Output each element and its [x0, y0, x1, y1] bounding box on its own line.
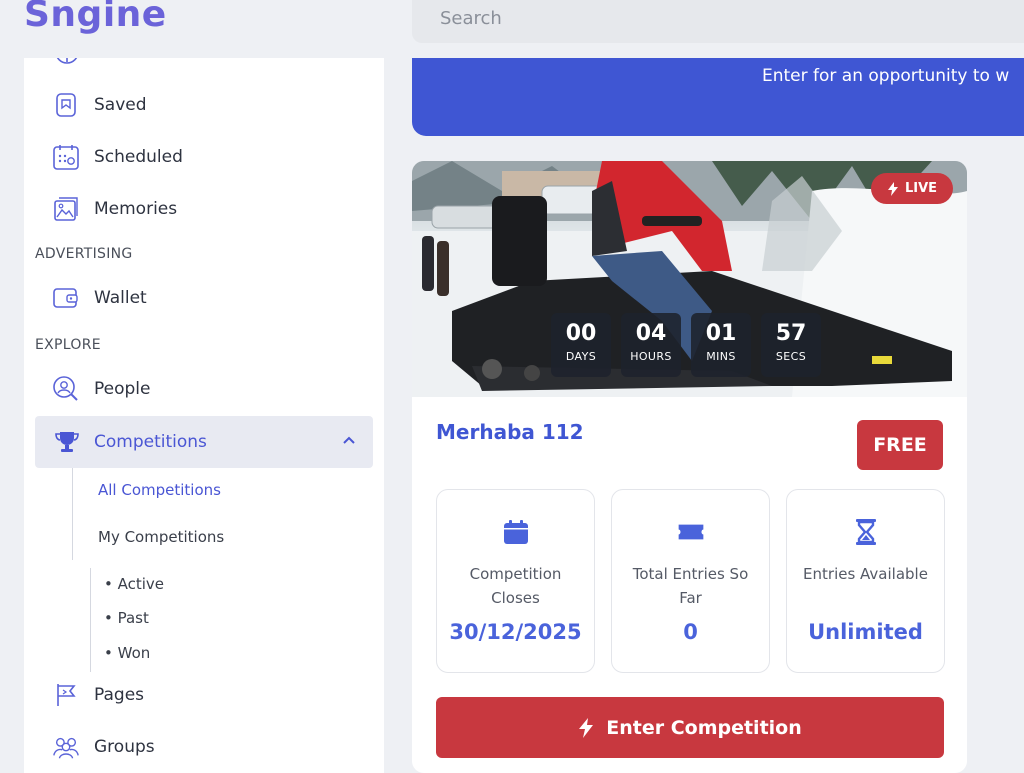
sidebar-item-groups[interactable]: Groups	[24, 727, 384, 767]
hourglass-icon	[852, 518, 880, 546]
countdown-unit: HOURS	[630, 350, 672, 363]
countdown-unit: DAYS	[565, 350, 597, 363]
competition-card[interactable]: LIVE 00 DAYS 04 HOURS 01 MINS 57 SECS Me…	[412, 161, 967, 773]
countdown-value: 04	[635, 321, 667, 346]
sidebar-item-label: Saved	[94, 95, 147, 115]
sidebar-item-pages[interactable]: Pages	[24, 675, 384, 715]
sidebar-item-people[interactable]: People	[24, 369, 384, 409]
price-badge: FREE	[857, 420, 943, 470]
wallet-icon	[52, 284, 80, 312]
sidebar-item-competitions[interactable]: Competitions	[35, 416, 373, 468]
submenu-won[interactable]: • Won	[104, 644, 150, 662]
lightning-icon	[579, 717, 594, 738]
top-bar: Sngine Search	[0, 0, 1024, 58]
section-title-explore: EXPLORE	[35, 337, 101, 353]
sidebar-item-label: Scheduled	[94, 147, 183, 167]
countdown-value: 00	[565, 321, 597, 346]
stat-total-entries: Total Entries So Far 0	[611, 489, 770, 673]
lightning-icon	[887, 181, 898, 196]
stat-label: Total Entries So Far	[632, 565, 749, 607]
sidebar: Saved Scheduled Memories ADVERTISING Wal…	[24, 58, 384, 773]
countdown-timer: 00 DAYS 04 HOURS 01 MINS 57 SECS	[551, 313, 821, 377]
sidebar-item-label: Groups	[94, 737, 155, 757]
enter-competition-label: Enter Competition	[606, 716, 802, 739]
section-title-advertising: ADVERTISING	[35, 246, 133, 262]
submenu-active[interactable]: • Active	[104, 575, 164, 593]
sidebar-item-wallet[interactable]: Wallet	[24, 278, 384, 318]
competition-title[interactable]: Merhaba 112	[436, 420, 584, 444]
stat-competition-closes: Competition Closes 30/12/2025	[436, 489, 595, 673]
bookmark-icon	[52, 91, 80, 119]
countdown-value: 57	[775, 321, 807, 346]
stat-entries-available: Entries Available Unlimited	[786, 489, 945, 673]
countdown-value: 01	[705, 321, 737, 346]
calendar-icon	[52, 143, 80, 171]
sidebar-item-label: People	[94, 379, 151, 399]
competition-photo[interactable]: LIVE 00 DAYS 04 HOURS 01 MINS 57 SECS	[412, 161, 967, 397]
enter-competition-button[interactable]: Enter Competition	[436, 697, 944, 758]
stat-label: Entries Available	[803, 565, 928, 583]
submenu-my-competitions[interactable]: My Competitions	[98, 528, 224, 546]
stat-value: 0	[683, 620, 698, 644]
sidebar-item-label: Competitions	[94, 432, 207, 452]
groups-icon	[52, 733, 80, 761]
submenu-past[interactable]: • Past	[104, 609, 149, 627]
flag-icon	[52, 681, 80, 709]
live-badge-label: LIVE	[904, 181, 938, 196]
search-placeholder: Search	[440, 8, 502, 29]
calendar-icon	[502, 518, 530, 546]
countdown-secs: 57 SECS	[761, 313, 821, 377]
promo-banner: Enter for an opportunity to w	[412, 58, 1024, 136]
photos-icon	[52, 195, 80, 223]
sidebar-item-label: Memories	[94, 199, 178, 219]
sidebar-item-label: Pages	[94, 685, 145, 705]
app-logo[interactable]: Sngine	[24, 0, 167, 35]
people-search-icon	[52, 375, 80, 403]
submenu-divider	[72, 468, 73, 560]
banner-text: Enter for an opportunity to w	[762, 66, 1010, 86]
countdown-days: 00 DAYS	[551, 313, 611, 377]
countdown-unit: MINS	[706, 350, 736, 363]
stat-value: Unlimited	[808, 620, 923, 644]
sidebar-item-memories[interactable]: Memories	[24, 189, 384, 229]
live-badge: LIVE	[871, 173, 953, 204]
stat-value: 30/12/2025	[449, 620, 582, 644]
chevron-up-icon[interactable]	[341, 432, 357, 452]
submenu-divider	[90, 568, 91, 672]
countdown-unit: SECS	[775, 350, 807, 363]
search-input[interactable]: Search	[412, 0, 1024, 43]
countdown-hours: 04 HOURS	[621, 313, 681, 377]
stat-label: Competition Closes	[469, 565, 562, 607]
sidebar-item-saved[interactable]: Saved	[24, 85, 384, 125]
trophy-icon	[53, 428, 81, 456]
submenu-all-competitions[interactable]: All Competitions	[98, 481, 221, 499]
ticket-icon	[677, 518, 705, 546]
countdown-mins: 01 MINS	[691, 313, 751, 377]
partial-nav-icon	[54, 58, 80, 74]
sidebar-item-label: Wallet	[94, 288, 147, 308]
sidebar-item-scheduled[interactable]: Scheduled	[24, 137, 384, 177]
